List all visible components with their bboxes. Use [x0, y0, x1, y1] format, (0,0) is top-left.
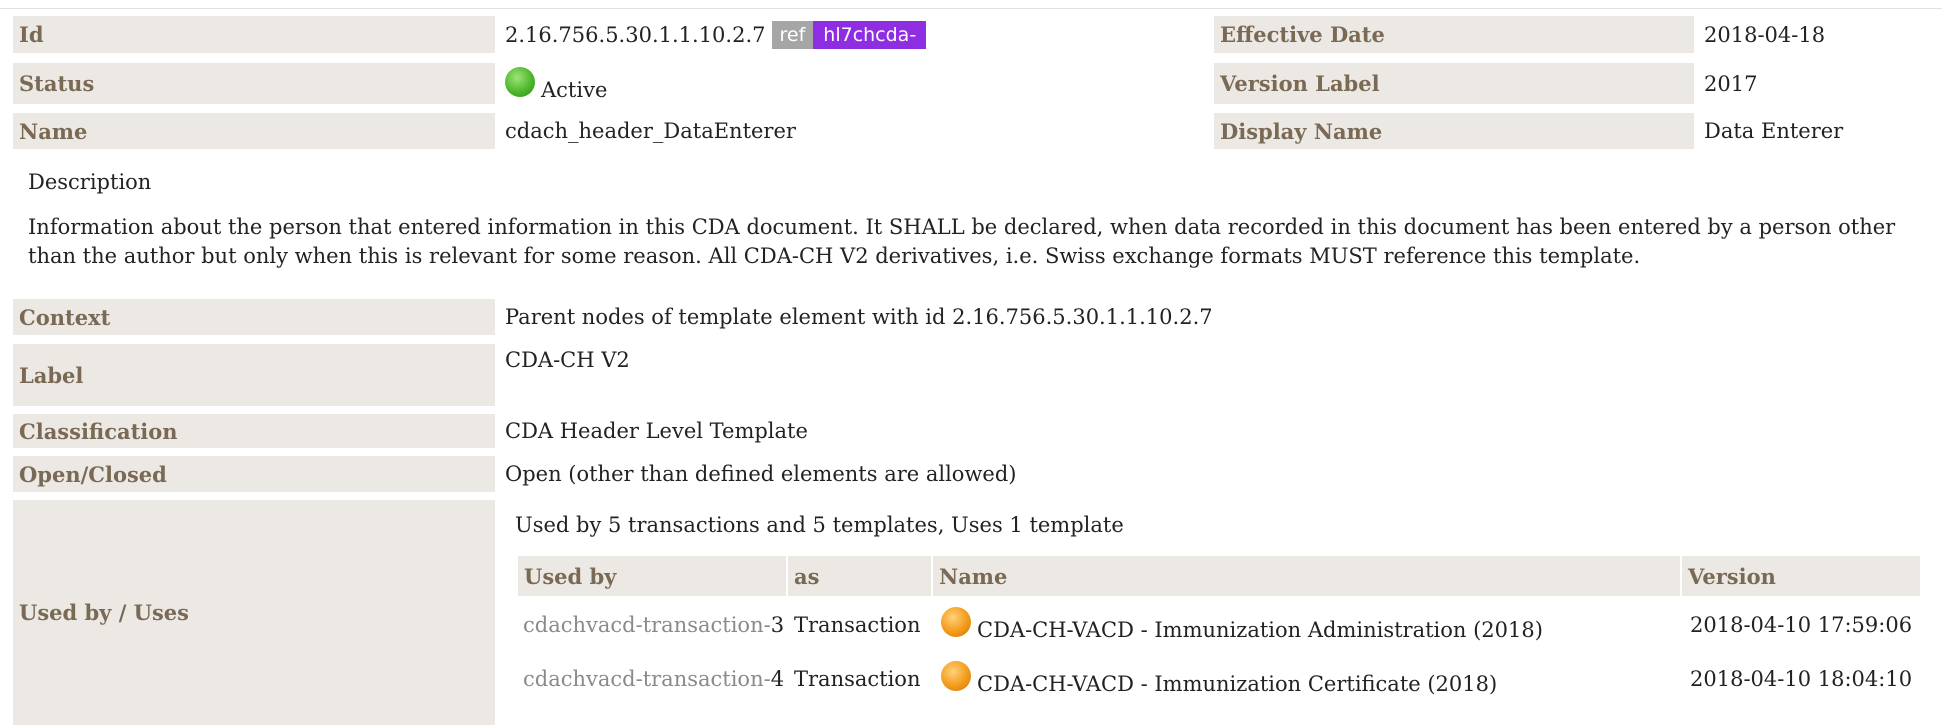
display-name-value: Data Enterer [1704, 119, 1844, 143]
status-active-icon [505, 67, 535, 97]
used-by-link[interactable]: cdachvacd-transaction- [523, 667, 771, 691]
name-value: cdach_header_DataEnterer [505, 119, 796, 143]
name-label: Name [13, 113, 495, 149]
context-value: Parent nodes of template element with id… [505, 305, 1213, 329]
status-value-cell: Active [505, 63, 607, 109]
status-draft-icon [941, 661, 971, 691]
col-header-version[interactable]: Version [1682, 556, 1920, 596]
row-name[interactable]: CDA-CH-VACD - Immunization Certificate (… [941, 661, 1497, 696]
status-label: Status [13, 63, 495, 104]
table-row: cdachvacd-transaction-3 [523, 613, 784, 637]
top-divider [0, 8, 1942, 9]
col-header-as[interactable]: as [788, 556, 931, 596]
version-label-value: 2017 [1704, 71, 1758, 96]
ref-badge: ref [771, 20, 814, 49]
open-closed-label: Open/Closed [13, 456, 495, 492]
used-by-link[interactable]: cdachvacd-transaction- [523, 613, 771, 637]
used-by-number[interactable]: 4 [771, 667, 784, 691]
classification-value: CDA Header Level Template [505, 419, 808, 443]
label-label: Label [13, 344, 495, 406]
used-by-label: Used by / Uses [13, 500, 495, 725]
col-header-used-by[interactable]: Used by [518, 556, 786, 596]
row-version: 2018-04-10 18:04:10 [1690, 667, 1913, 691]
description-title: Description [28, 170, 152, 194]
usage-summary: Used by 5 transactions and 5 templates, … [515, 513, 1124, 537]
row-version: 2018-04-10 17:59:06 [1690, 613, 1913, 637]
row-as: Transaction [794, 667, 921, 691]
used-by-number[interactable]: 3 [771, 613, 784, 637]
row-name[interactable]: CDA-CH-VACD - Immunization Administratio… [941, 607, 1543, 642]
version-label-label: Version Label [1214, 63, 1694, 104]
table-row: cdachvacd-transaction-4 [523, 667, 784, 691]
col-header-name[interactable]: Name [933, 556, 1680, 596]
open-closed-value: Open (other than defined elements are al… [505, 462, 1017, 486]
label-value: CDA-CH V2 [505, 348, 630, 372]
prefix-badge[interactable]: hl7chcda- [813, 20, 927, 49]
status-text: Active [541, 78, 608, 102]
context-label: Context [13, 299, 495, 335]
effective-date-label: Effective Date [1214, 16, 1694, 53]
display-name-label: Display Name [1214, 113, 1694, 149]
classification-label: Classification [13, 414, 495, 448]
row-as: Transaction [794, 613, 921, 637]
id-value-cell: 2.16.756.5.30.1.1.10.2.7 ref hl7chcda- [505, 16, 927, 53]
effective-date-value: 2018-04-18 [1704, 22, 1826, 47]
id-label: Id [13, 16, 495, 53]
status-draft-icon [941, 607, 971, 637]
template-id: 2.16.756.5.30.1.1.10.2.7 [505, 22, 766, 47]
description-text: Information about the person that entere… [28, 215, 1896, 268]
